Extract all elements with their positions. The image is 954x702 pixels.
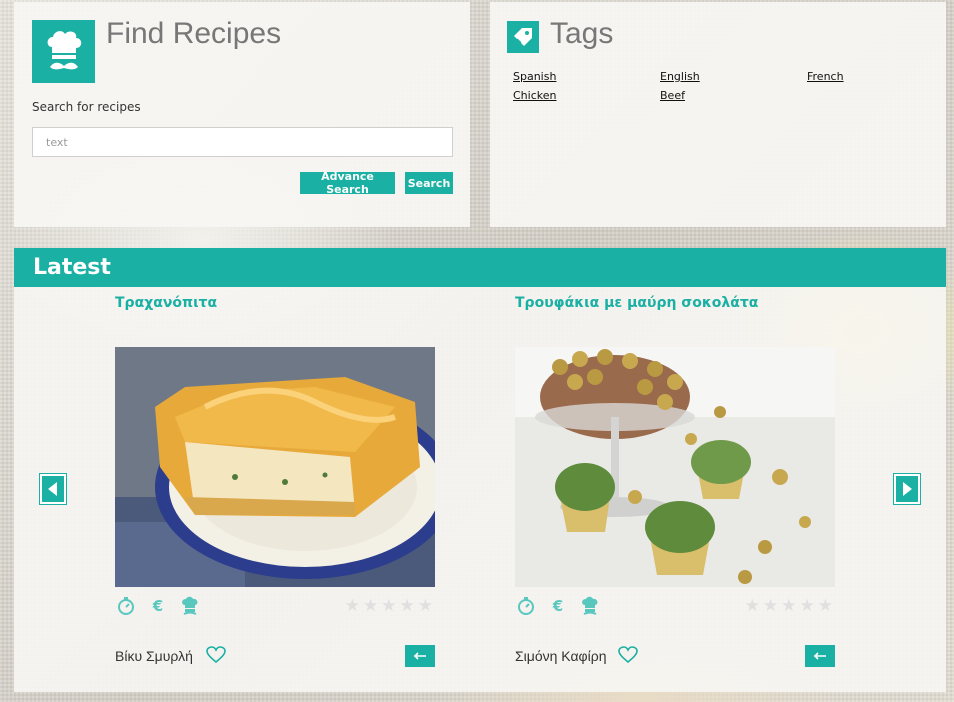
search-label: Search for recipes (32, 100, 141, 114)
tag-link-french[interactable]: French (807, 70, 933, 83)
latest-panel: Latest Τραχανόπιτα € ★ ★ ★ ★ ★ Βίκυ Σμυρ… (14, 248, 946, 692)
heart-icon[interactable] (206, 646, 226, 668)
star-icon[interactable]: ★ (381, 597, 396, 615)
recipe-card: Τρουφάκια με μαύρη σοκολάτα € ★ ★ ★ ★ ★ … (515, 293, 835, 683)
euro-icon: € (552, 597, 564, 615)
carousel-prev-button[interactable] (40, 474, 66, 504)
recipe-footer: Σιμόνη Καφίρη (515, 645, 835, 669)
recipe-title-link[interactable]: Τρουφάκια με μαύρη σοκολάτα (515, 293, 835, 313)
recipe-author[interactable]: Βίκυ Σμυρλή (115, 648, 193, 664)
star-icon[interactable]: ★ (418, 597, 433, 615)
recipe-meta: € ★ ★ ★ ★ ★ (515, 595, 835, 617)
carousel-next-button[interactable] (894, 474, 920, 504)
recipe-title-link[interactable]: Τραχανόπιτα (115, 293, 435, 313)
page-title: Find Recipes (106, 17, 282, 50)
star-rating[interactable]: ★ ★ ★ ★ ★ (345, 597, 433, 615)
tags-list: Spanish English French Chicken Beef (513, 70, 933, 102)
arrow-left-icon (48, 482, 57, 496)
stopwatch-icon (515, 595, 537, 617)
euro-icon: € (152, 597, 164, 615)
recipe-image[interactable] (515, 347, 835, 587)
tag-link-chicken[interactable]: Chicken (513, 89, 660, 102)
tag-link-beef[interactable]: Beef (660, 89, 807, 102)
star-icon[interactable]: ★ (800, 597, 815, 615)
star-icon[interactable]: ★ (345, 597, 360, 615)
tag-link-english[interactable]: English (660, 70, 807, 83)
recipe-image[interactable] (115, 347, 435, 587)
chef-hat-icon (579, 595, 601, 617)
star-rating[interactable]: ★ ★ ★ ★ ★ (745, 597, 833, 615)
search-input[interactable] (32, 127, 453, 157)
arrow-icon (814, 652, 826, 660)
tag-icon (507, 21, 539, 53)
heart-icon[interactable] (618, 646, 638, 668)
search-button[interactable]: Search (405, 172, 453, 194)
advance-search-button[interactable]: Advance Search (300, 170, 395, 196)
view-recipe-button[interactable] (805, 645, 835, 667)
recipe-meta: € ★ ★ ★ ★ ★ (115, 595, 435, 617)
star-icon[interactable]: ★ (781, 597, 796, 615)
recipe-author[interactable]: Σιμόνη Καφίρη (515, 648, 607, 664)
find-recipes-panel: Find Recipes Search for recipes Advance … (14, 2, 470, 227)
star-icon[interactable]: ★ (400, 597, 415, 615)
star-icon[interactable]: ★ (745, 597, 760, 615)
star-icon[interactable]: ★ (763, 597, 778, 615)
star-icon[interactable]: ★ (363, 597, 378, 615)
latest-header: Latest (14, 248, 946, 287)
arrow-icon (414, 652, 426, 660)
tags-panel: Tags Spanish English French Chicken Beef (490, 2, 946, 227)
stopwatch-icon (115, 595, 137, 617)
recipe-card: Τραχανόπιτα € ★ ★ ★ ★ ★ Βίκυ Σμυρλή (115, 293, 435, 683)
tag-link-spanish[interactable]: Spanish (513, 70, 660, 83)
star-icon[interactable]: ★ (818, 597, 833, 615)
view-recipe-button[interactable] (405, 645, 435, 667)
recipe-footer: Βίκυ Σμυρλή (115, 645, 435, 669)
tags-title: Tags (550, 17, 614, 50)
chef-hat-icon (179, 595, 201, 617)
arrow-right-icon (903, 482, 912, 496)
chef-logo-icon (32, 20, 95, 83)
